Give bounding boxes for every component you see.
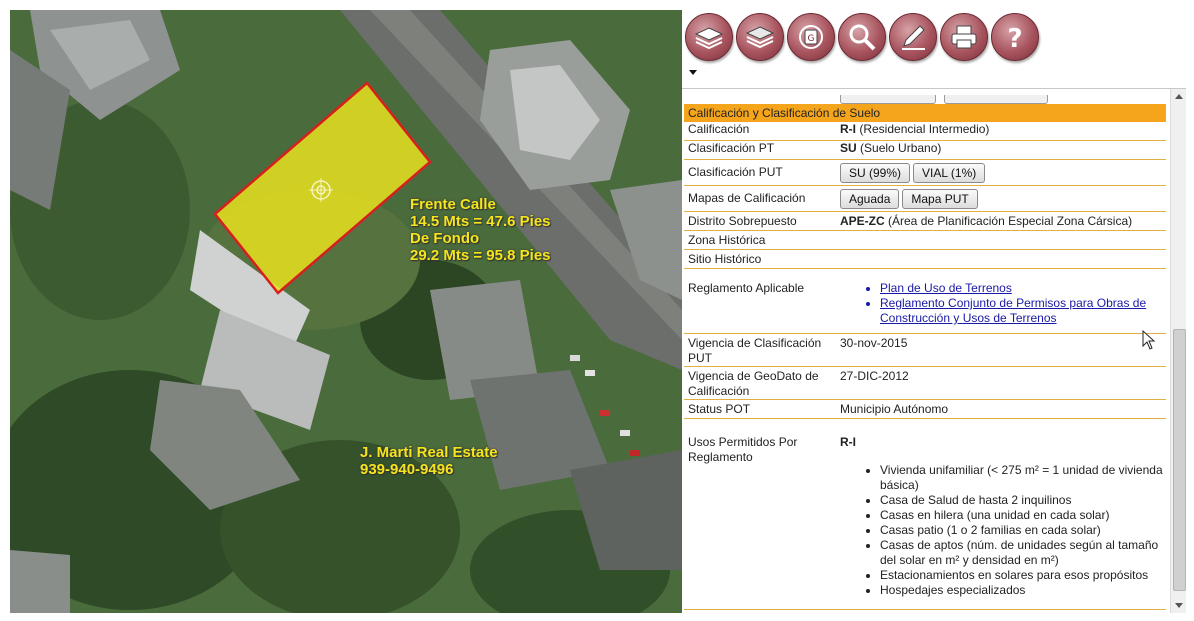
aguada-map-button[interactable]: Aguada (840, 189, 900, 209)
row-status-pot: Status POT Municipio Autónomo (684, 400, 1166, 419)
zoning-code: R-I (840, 122, 856, 136)
list-item: Casas en hilera (una unidad en cada sola… (880, 508, 1166, 523)
depth-label: De Fondo (410, 230, 480, 247)
row-distrito: Distrito Sobrepuesto APE-ZC (Área de Pla… (684, 212, 1166, 231)
zoning-desc: (Residencial Intermedio) (859, 122, 990, 136)
row-value: APE-ZC (Área de Planificación Especial Z… (840, 214, 1166, 229)
uses-code: R-I (840, 435, 856, 449)
row-label: Zona Histórica (688, 233, 766, 247)
aerial-map[interactable]: Frente Calle 14.5 Mts = 47.6 Pies De Fon… (10, 10, 682, 613)
row-label: Status POT (688, 402, 751, 416)
row-label: Vigencia de GeoDato de Calificación (688, 369, 819, 398)
partial-button[interactable] (944, 95, 1048, 104)
row-label: Calificación (688, 122, 750, 136)
row-label: Sitio Histórico (688, 252, 762, 266)
list-item: Casa de Salud de hasta 2 inquilinos (880, 493, 1166, 508)
row-clasificacion-pt: Clasificación PT SU (Suelo Urbano) (684, 141, 1166, 160)
print-icon (951, 25, 977, 49)
scroll-thumb[interactable] (1173, 329, 1186, 591)
row-zona-historica: Zona Histórica (684, 231, 1166, 250)
row-value: R-I Vivienda unifamiliar (< 275 m² = 1 u… (840, 435, 1166, 598)
row-sitio-historico: Sitio Histórico (684, 250, 1166, 269)
lot-dimensions-annotation: Frente Calle 14.5 Mts = 47.6 Pies De Fon… (410, 196, 551, 264)
row-vigencia-put: Vigencia de Clasificación PUT 30-nov-201… (684, 334, 1166, 367)
row-label: Vigencia de Clasificación PUT (688, 336, 822, 365)
row-clasificacion-put: Clasificación PUT SU (99%) VIAL (1%) (684, 160, 1166, 186)
gps-icon: G (799, 25, 823, 49)
row-vigencia-geodato: Vigencia de GeoDato de Calificación 27-D… (684, 367, 1166, 400)
frontage-label: Frente Calle (410, 196, 496, 213)
help-icon: ? (1007, 24, 1022, 52)
row-value: R-I (Residencial Intermedio) (840, 122, 1166, 137)
list-item: Vivienda unifamiliar (< 275 m² = 1 unida… (880, 463, 1166, 493)
row-label: Reglamento Aplicable (688, 281, 805, 295)
depth-measure: 29.2 Mts = 95.8 Pies (410, 247, 551, 264)
list-item: Casas patio (1 o 2 familias en cada sola… (880, 523, 1166, 538)
su-percent-button[interactable]: SU (99%) (840, 163, 911, 183)
row-reglamento: Reglamento Aplicable Plan de Uso de Terr… (684, 269, 1166, 334)
row-label: Clasificación PT (688, 141, 775, 155)
svg-text:?: ? (1007, 24, 1022, 52)
search-icon (849, 24, 876, 51)
list-item: Estacionamientos en solares para esos pr… (880, 568, 1166, 583)
row-label: Distrito Sobrepuesto (688, 214, 797, 228)
layers-icon (694, 27, 724, 50)
list-item: Casas de aptos (núm. de unidades según a… (880, 538, 1166, 568)
frontage-measure: 14.5 Mts = 47.6 Pies (410, 213, 551, 230)
print-tool-button[interactable] (940, 13, 988, 61)
base-map-icon (745, 26, 775, 49)
scroll-up-arrow-icon[interactable] (1171, 89, 1186, 105)
dropdown-arrow-icon[interactable] (688, 67, 698, 77)
svg-text:G: G (808, 34, 815, 44)
row-usos: Usos Permitidos Por Reglamento R-I Vivie… (684, 419, 1166, 610)
app-frame: Frente Calle 14.5 Mts = 47.6 Pies De Fon… (10, 10, 1186, 613)
reglamento-conjunto-link[interactable]: Reglamento Conjunto de Permisos para Obr… (880, 296, 1166, 326)
section-header: Calificación y Clasificación de Suelo (684, 104, 1166, 122)
row-label: Mapas de Calificación (688, 191, 806, 205)
results-content: Calificación y Clasificación de Suelo Ca… (682, 89, 1186, 613)
vertical-scrollbar[interactable] (1170, 89, 1186, 613)
contact-phone: 939-940-9496 (360, 461, 454, 478)
district-desc: (Área de Planificación Especial Zona Cár… (888, 214, 1133, 228)
partial-button[interactable] (840, 95, 936, 104)
contact-annotation: J. Marti Real Estate 939-940-9496 (360, 444, 498, 478)
row-calificacion: Calificación R-I (Residencial Intermedio… (684, 122, 1166, 141)
toolbar: G ? (682, 10, 1186, 66)
put-map-button[interactable]: Mapa PUT (902, 189, 978, 209)
row-value: Plan de Uso de Terrenos Reglamento Conju… (840, 281, 1166, 326)
district-code: APE-ZC (840, 214, 885, 228)
plan-uso-terrenos-link[interactable]: Plan de Uso de Terrenos (880, 281, 1166, 296)
row-value: SU (Suelo Urbano) (840, 141, 1166, 156)
class-code: SU (840, 141, 857, 155)
gps-tool-button[interactable]: G (787, 13, 835, 61)
row-label: Clasificación PUT (688, 165, 783, 179)
row-label: Usos Permitidos Por Reglamento (688, 435, 798, 464)
regulation-links: Plan de Uso de Terrenos Reglamento Conju… (840, 281, 1166, 326)
permitted-uses-list: Vivienda unifamiliar (< 275 m² = 1 unida… (840, 463, 1166, 598)
scroll-down-arrow-icon[interactable] (1171, 597, 1186, 613)
row-value: Aguada Mapa PUT (840, 189, 1166, 209)
map-imagery (10, 10, 682, 613)
help-tool-button[interactable]: ? (991, 13, 1039, 61)
info-panel: G ? Calificación y Clasificación de Suel… (682, 10, 1186, 613)
class-desc: (Suelo Urbano) (860, 141, 942, 155)
layers-tool-button[interactable] (685, 13, 733, 61)
list-item: Hospedajes especializados (880, 583, 1166, 598)
row-value: Municipio Autónomo (840, 402, 949, 416)
mouse-cursor-icon (1142, 330, 1156, 350)
row-value: 27-DIC-2012 (840, 369, 909, 383)
row-value: SU (99%) VIAL (1%) (840, 163, 1166, 183)
row-mapas: Mapas de Calificación Aguada Mapa PUT (684, 186, 1166, 212)
draw-tool-button[interactable] (889, 13, 937, 61)
row-value: 30-nov-2015 (840, 336, 908, 350)
vial-percent-button[interactable]: VIAL (1%) (913, 163, 986, 183)
draw-icon (902, 25, 925, 50)
search-tool-button[interactable] (838, 13, 886, 61)
contact-name: J. Marti Real Estate (360, 444, 498, 461)
base-map-tool-button[interactable] (736, 13, 784, 61)
